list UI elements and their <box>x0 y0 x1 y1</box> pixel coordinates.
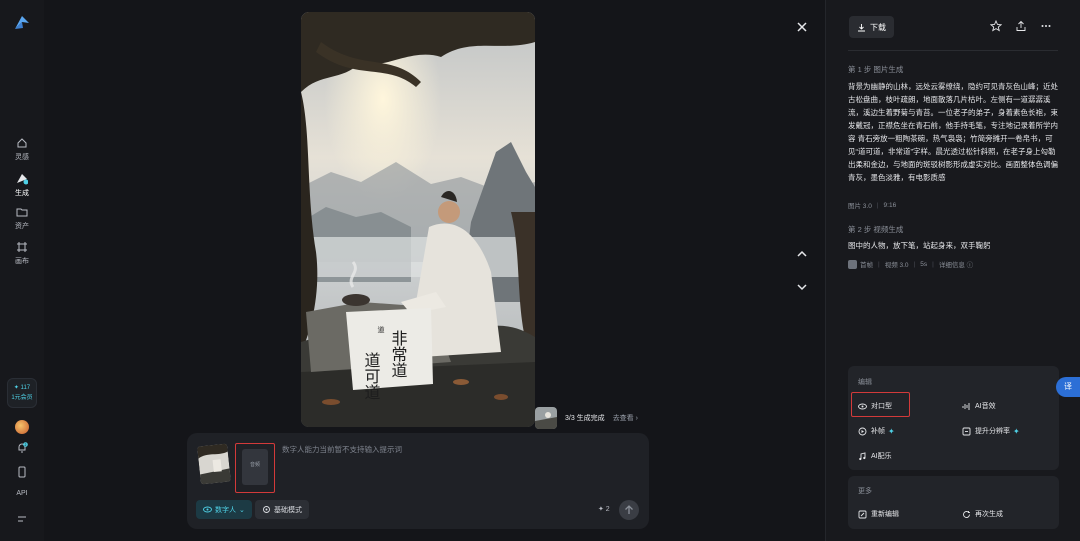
ai-sound-button[interactable]: AI音效 <box>962 401 996 411</box>
edit-title: 编辑 <box>858 379 872 386</box>
audio-slot[interactable]: 音频 <box>235 443 275 493</box>
folder-icon <box>16 208 28 217</box>
download-button[interactable]: 下载 <box>849 16 894 38</box>
ai-music-button[interactable]: AI配乐 <box>858 451 892 461</box>
more-title: 更多 <box>858 488 872 495</box>
model-version: 图片 3.0 <box>848 203 872 210</box>
star-icon[interactable] <box>990 20 1002 32</box>
regenerate-label: 再次生成 <box>975 511 1003 518</box>
left-sidebar: 灵感 生成 资产 画布 ✦ 117 1元会员 2 API <box>0 0 44 541</box>
step2-meta: 首帧 | 视频 3.0 | 5s | 详细信息 ⓘ <box>848 259 973 269</box>
home-icon <box>17 138 27 148</box>
logo-icon[interactable] <box>13 14 31 32</box>
credit-badge[interactable]: ✦ 117 1元会员 <box>7 378 37 408</box>
divider <box>848 50 1058 51</box>
nav-label: 生成 <box>15 190 29 197</box>
nav-label: 资产 <box>15 223 29 230</box>
chevron-down-icon[interactable] <box>795 280 809 294</box>
result-thumbnail <box>535 407 557 429</box>
generation-status[interactable]: 3/3 生成完成 去查看 › <box>535 407 638 429</box>
arrow-up-icon <box>625 505 633 514</box>
go-view-link[interactable]: 去查看 › <box>613 413 638 423</box>
api-link[interactable]: API <box>0 490 44 497</box>
step1-prompt: 背景为幽静的山林，远处云雾缭绕，隐约可见青灰色山峰；近处古松盘曲，枝叶疏朗，地面… <box>848 82 1058 182</box>
gear-icon <box>263 506 270 513</box>
bell-icon[interactable]: 2 <box>16 442 28 454</box>
audio-slot-label: 音频 <box>242 449 268 485</box>
menu-icon[interactable] <box>16 513 28 525</box>
refresh-icon <box>963 510 970 518</box>
highlight-box <box>851 392 910 417</box>
progress-text: 3/3 生成完成 <box>565 415 605 422</box>
more-card: 更多 重新编辑 再次生成 <box>848 476 1059 529</box>
duration: 5s <box>920 260 928 268</box>
avatar[interactable] <box>15 420 29 434</box>
nav-item-inspiration[interactable]: 灵感 <box>0 137 44 162</box>
frame-interp-button[interactable]: 补帧 ✦ <box>858 426 895 436</box>
notif-count: 2 <box>25 443 27 447</box>
prompt-panel: 音频 数字人能力当前暂不支持输入提示词 数字人 ⌄ 基础模式 ✦ 2 <box>187 433 649 529</box>
first-frame-icon <box>848 259 857 269</box>
scroll-text-1: 道可道 <box>362 352 381 400</box>
generate-icon <box>17 174 28 185</box>
edit-icon <box>858 510 867 518</box>
re-edit-label: 重新编辑 <box>871 511 899 518</box>
upscale-icon <box>962 427 971 435</box>
frame-icon <box>858 427 867 435</box>
step1-title: 第 1 步 图片生成 <box>848 65 904 74</box>
regenerate-button[interactable]: 再次生成 <box>962 509 1003 519</box>
first-frame-label: 首帧 <box>860 262 873 269</box>
scroll-small-text: 道 <box>378 325 385 334</box>
more-icon[interactable] <box>1040 20 1052 32</box>
music-icon <box>859 451 866 460</box>
audio-wave-icon <box>962 402 970 410</box>
aspect-ratio: 9:16 <box>883 201 897 209</box>
sparkle-icon: ✦ <box>888 426 895 436</box>
nav-item-generate[interactable]: 生成 <box>0 173 44 198</box>
generated-image[interactable]: 道 道可道 非常道 <box>301 12 535 427</box>
canvas-icon <box>17 242 27 252</box>
step2-prompt: 图中的人物，放下笔，站起身来，双手鞠躬 <box>848 241 991 250</box>
chevron-down-icon: ⌄ <box>239 506 245 514</box>
details-panel: 下载 第 1 步 图片生成 背景为幽静的山林，远处云雾缭绕，隐约可见青灰色山峰；… <box>825 0 1080 541</box>
basic-mode-button[interactable]: 基础模式 <box>255 500 309 519</box>
sparkle-icon: ✦ <box>1013 426 1020 436</box>
credit-value: ✦ 117 <box>13 385 31 391</box>
step2-title: 第 2 步 视频生成 <box>848 225 904 234</box>
ai-sound-label: AI音效 <box>975 403 996 410</box>
edit-card: 编辑 对口型 AI音效 补帧 ✦ 提升分辨率 ✦ AI配乐 <box>848 366 1059 470</box>
download-label: 下载 <box>870 22 886 32</box>
details-link[interactable]: 详细信息 ⓘ <box>939 259 973 269</box>
frame-interp-label: 补帧 <box>871 428 885 435</box>
scene-painting: 道 道可道 非常道 <box>301 12 535 427</box>
phone-icon[interactable] <box>16 466 28 478</box>
mode-selector[interactable]: 数字人 ⌄ <box>196 500 252 519</box>
step1-meta: 图片 3.0 | 9:16 <box>848 201 897 211</box>
translate-tab[interactable]: 译 <box>1056 377 1080 397</box>
reference-image[interactable] <box>197 443 231 485</box>
nav-label: 灵感 <box>15 154 29 161</box>
cost-count: ✦ 2 <box>598 506 610 513</box>
nav-item-canvas[interactable]: 画布 <box>0 241 44 266</box>
credit-label: 1元会员 <box>11 395 33 401</box>
ai-music-label: AI配乐 <box>871 453 892 460</box>
close-icon[interactable] <box>795 20 809 34</box>
app-root: 灵感 生成 资产 画布 ✦ 117 1元会员 2 API 道 道可道 非常道 3… <box>0 0 1080 541</box>
send-button[interactable] <box>619 500 639 520</box>
video-version: 视频 3.0 <box>884 262 909 269</box>
mode-label: 数字人 <box>215 506 236 514</box>
re-edit-button[interactable]: 重新编辑 <box>858 509 899 519</box>
scroll-text-2: 非常道 <box>389 330 408 378</box>
prompt-input[interactable]: 数字人能力当前暂不支持输入提示词 <box>282 444 402 455</box>
upscale-label: 提升分辨率 <box>975 428 1010 435</box>
nav-item-assets[interactable]: 资产 <box>0 206 44 231</box>
basic-mode-label: 基础模式 <box>274 506 302 514</box>
eye-icon <box>203 506 212 513</box>
nav-label: 画布 <box>15 258 29 265</box>
upscale-button[interactable]: 提升分辨率 ✦ <box>962 426 1020 436</box>
download-icon <box>858 23 865 31</box>
share-icon[interactable] <box>1015 20 1027 32</box>
chevron-up-icon[interactable] <box>795 247 809 261</box>
